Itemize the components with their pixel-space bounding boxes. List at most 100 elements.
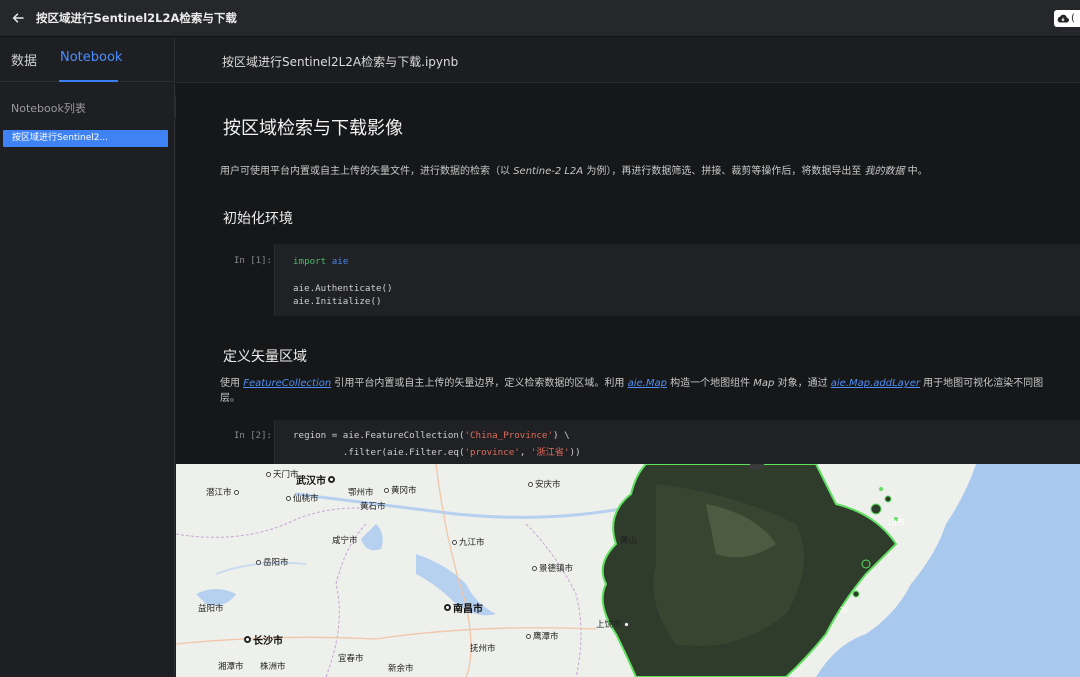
map-city-label: 黄冈市: [384, 484, 417, 496]
code-cell-1[interactable]: import aie aie.Authenticate() aie.Initia…: [274, 244, 1080, 316]
city-name: 南昌市: [453, 604, 483, 615]
city-name: 宜春市: [338, 654, 364, 664]
sidebar-item-notebook[interactable]: 按区域进行Sentinel2...: [3, 130, 168, 147]
city-name: 山市: [888, 518, 906, 528]
link-aie-map-addlayer[interactable]: aie.Map.addLayer: [831, 378, 920, 389]
map-widget[interactable]: 天门市 武汉市 潜江市 仙桃市 鄂州市 黄冈市 黄石市 安庆市 咸宁市 九江市 …: [176, 464, 1080, 677]
intro-paragraph: 用户可使用平台内置或自主上传的矢量文件，进行数据的检索（以 Sentine-2 …: [220, 164, 928, 179]
code-string: 'China_Province': [464, 430, 553, 441]
link-featurecollection[interactable]: FeatureCollection: [243, 378, 331, 389]
section-title-init: 初始化环境: [223, 211, 293, 227]
city-name: 安庆市: [535, 480, 561, 490]
city-dot: [244, 636, 251, 643]
map-city-label: 鄂州市: [348, 486, 374, 498]
map-city-label: 天门市: [266, 468, 299, 480]
city-dot: [328, 476, 335, 483]
map-city-label: 南昌市: [444, 600, 483, 615]
city-name: 益阳市: [198, 604, 224, 614]
code-line: import aie: [293, 256, 348, 267]
section-paragraph: 使用 FeatureCollection 引用平台内置或自主上传的矢量边界，定义…: [220, 376, 1043, 406]
code-line: aie.Initialize(): [293, 296, 382, 307]
page-title: 按区域进行Sentinel2L2A检索与下载: [36, 11, 237, 25]
map-city-label: 长沙市: [244, 632, 283, 647]
city-name: 湘潭市: [218, 662, 244, 672]
city-name: 新余市: [388, 664, 414, 674]
city-name: 仙桃市: [293, 494, 319, 504]
para-em: Map: [753, 378, 775, 389]
city-name: 长沙市: [253, 636, 283, 647]
city-dot: [444, 604, 451, 611]
arrow-left-icon: [12, 13, 24, 23]
map-city-label: 鹰潭市: [526, 630, 559, 642]
city-dot: [532, 565, 537, 571]
link-aie-map[interactable]: aie.Map: [628, 378, 667, 389]
code-string: '浙江省': [530, 447, 570, 458]
city-name: 武汉市: [296, 476, 326, 487]
map-city-label: 益阳市: [198, 602, 224, 614]
map-city-label: 潜江市: [206, 486, 241, 498]
city-dot: [528, 481, 533, 487]
city-dot: [623, 621, 629, 627]
city-dot: [526, 633, 531, 639]
tab-notebook[interactable]: Notebook: [60, 50, 122, 65]
map-city-label: 新余市: [388, 662, 414, 674]
para-text: 层。: [220, 393, 240, 404]
map-city-label: 咸宁市: [332, 534, 358, 546]
para-text: 使用: [220, 378, 244, 389]
section-title-vector: 定义矢量区域: [223, 349, 307, 365]
cloud-label: (: [1071, 13, 1075, 24]
notebook-title: 按区域检索与下载影像: [223, 118, 403, 139]
code-text: )): [569, 447, 581, 458]
active-tab-indicator: [59, 80, 118, 82]
para-text: 构造一个地图组件: [666, 378, 754, 389]
map-city-label: 武汉市: [296, 472, 337, 487]
para-text: 用于地图可视化渲染不同图: [919, 378, 1044, 389]
intro-text-3: 中。: [904, 166, 928, 177]
map-city-label: 山市: [888, 516, 905, 528]
sidebar-tabs: 数据 Notebook: [0, 38, 174, 82]
para-text: 对象，通过: [774, 378, 831, 389]
code-text: ,: [519, 447, 531, 458]
city-name: 市: [840, 606, 849, 616]
cell-prompt-1: In [1]:: [234, 256, 272, 266]
cell-prompt-2: In [2]:: [234, 431, 272, 441]
city-name: 鹰潭市: [533, 632, 559, 642]
notebook-content[interactable]: 按区域检索与下载影像 用户可使用平台内置或自主上传的矢量文件，进行数据的检索（以…: [176, 84, 1080, 464]
code-line: region = aie.FeatureCollection('China_Pr…: [293, 430, 570, 441]
map-city-label: 安庆市: [528, 478, 561, 490]
file-header: 按区域进行Sentinel2L2A检索与下载.ipynb: [176, 38, 1080, 83]
city-dot: [286, 495, 291, 501]
map-city-label: 岳阳市: [256, 556, 289, 568]
map-city-label: 黄山: [620, 534, 637, 546]
map-city-label: 市: [840, 604, 849, 616]
code-line: aie.Authenticate(): [293, 283, 393, 294]
notebook-list-label: Notebook列表: [11, 102, 86, 115]
city-dot: [266, 471, 271, 477]
code-cell-2[interactable]: region = aie.FeatureCollection('China_Pr…: [274, 420, 1080, 464]
code-line: .filter(aie.Filter.eq('province', '浙江省')…: [293, 444, 581, 458]
city-name: 株洲市: [260, 662, 286, 672]
code-text: region = aie.FeatureCollection(: [293, 430, 465, 441]
code-text: .filter(aie.Filter.eq(: [293, 447, 465, 458]
intro-text-2: 为例），再进行数据筛选、拼接、裁剪等操作后，将数据导出至: [583, 166, 865, 177]
city-name: 景德镇市: [539, 564, 574, 574]
city-name: 天门市: [273, 470, 299, 480]
city-name: 九江市: [459, 538, 485, 548]
cloud-download-icon: [1057, 14, 1069, 23]
city-dot: [452, 539, 457, 545]
intro-em-2: 我的数据: [864, 166, 905, 177]
back-button[interactable]: [0, 0, 36, 37]
map-city-label: 上饶市: [596, 618, 631, 630]
city-name: 黄山: [620, 536, 638, 546]
city-name: 鄂州市: [348, 488, 374, 498]
map-resize-handle[interactable]: [750, 464, 764, 470]
tab-data[interactable]: 数据: [11, 50, 37, 69]
city-name: 咸宁市: [332, 536, 358, 546]
city-name: 抚州市: [470, 644, 496, 654]
map-city-label: 株洲市: [260, 660, 286, 672]
top-bar: 按区域进行Sentinel2L2A检索与下载 (: [0, 0, 1080, 37]
code-keyword: import: [293, 256, 327, 267]
cloud-sync-button[interactable]: (: [1054, 10, 1080, 27]
app-window: 按区域进行Sentinel2L2A检索与下载 ( 数据 Notebook Not…: [0, 0, 1080, 677]
city-dot: [384, 487, 389, 493]
